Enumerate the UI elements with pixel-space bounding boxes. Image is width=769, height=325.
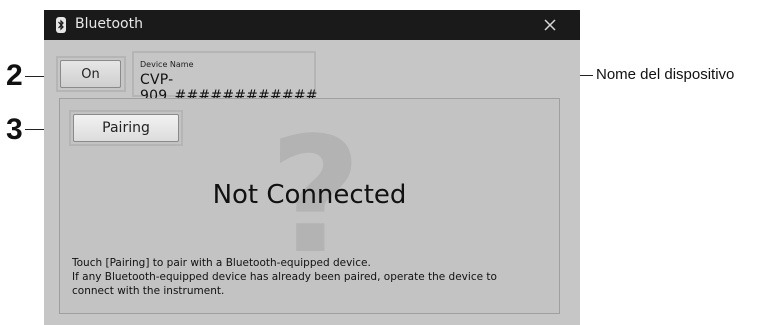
- dialog-title: Bluetooth: [75, 16, 143, 32]
- help-line-1: Touch [Pairing] to pair with a Bluetooth…: [72, 257, 371, 269]
- bluetooth-dialog: Bluetooth On Device Name CVP-909_#######…: [44, 10, 580, 325]
- dialog-title-bar: Bluetooth: [44, 10, 580, 40]
- connection-status: Not Connected: [212, 180, 407, 210]
- callout-number-3: 3: [6, 113, 23, 146]
- callout-device-name-label: Nome del dispositivo: [596, 66, 735, 83]
- close-icon[interactable]: [540, 14, 560, 36]
- pairing-button[interactable]: Pairing: [73, 114, 179, 142]
- callout-number-2: 2: [6, 59, 23, 92]
- device-name-field: Device Name CVP-909_############: [136, 55, 317, 104]
- bluetooth-icon: [56, 17, 66, 33]
- help-line-3: connect with the instrument.: [72, 285, 225, 297]
- device-name-caption: Device Name: [140, 60, 194, 69]
- help-line-2: If any Bluetooth-equipped device has alr…: [72, 271, 497, 283]
- help-text: Touch [Pairing] to pair with a Bluetooth…: [72, 256, 542, 298]
- bluetooth-on-toggle[interactable]: On: [60, 60, 121, 88]
